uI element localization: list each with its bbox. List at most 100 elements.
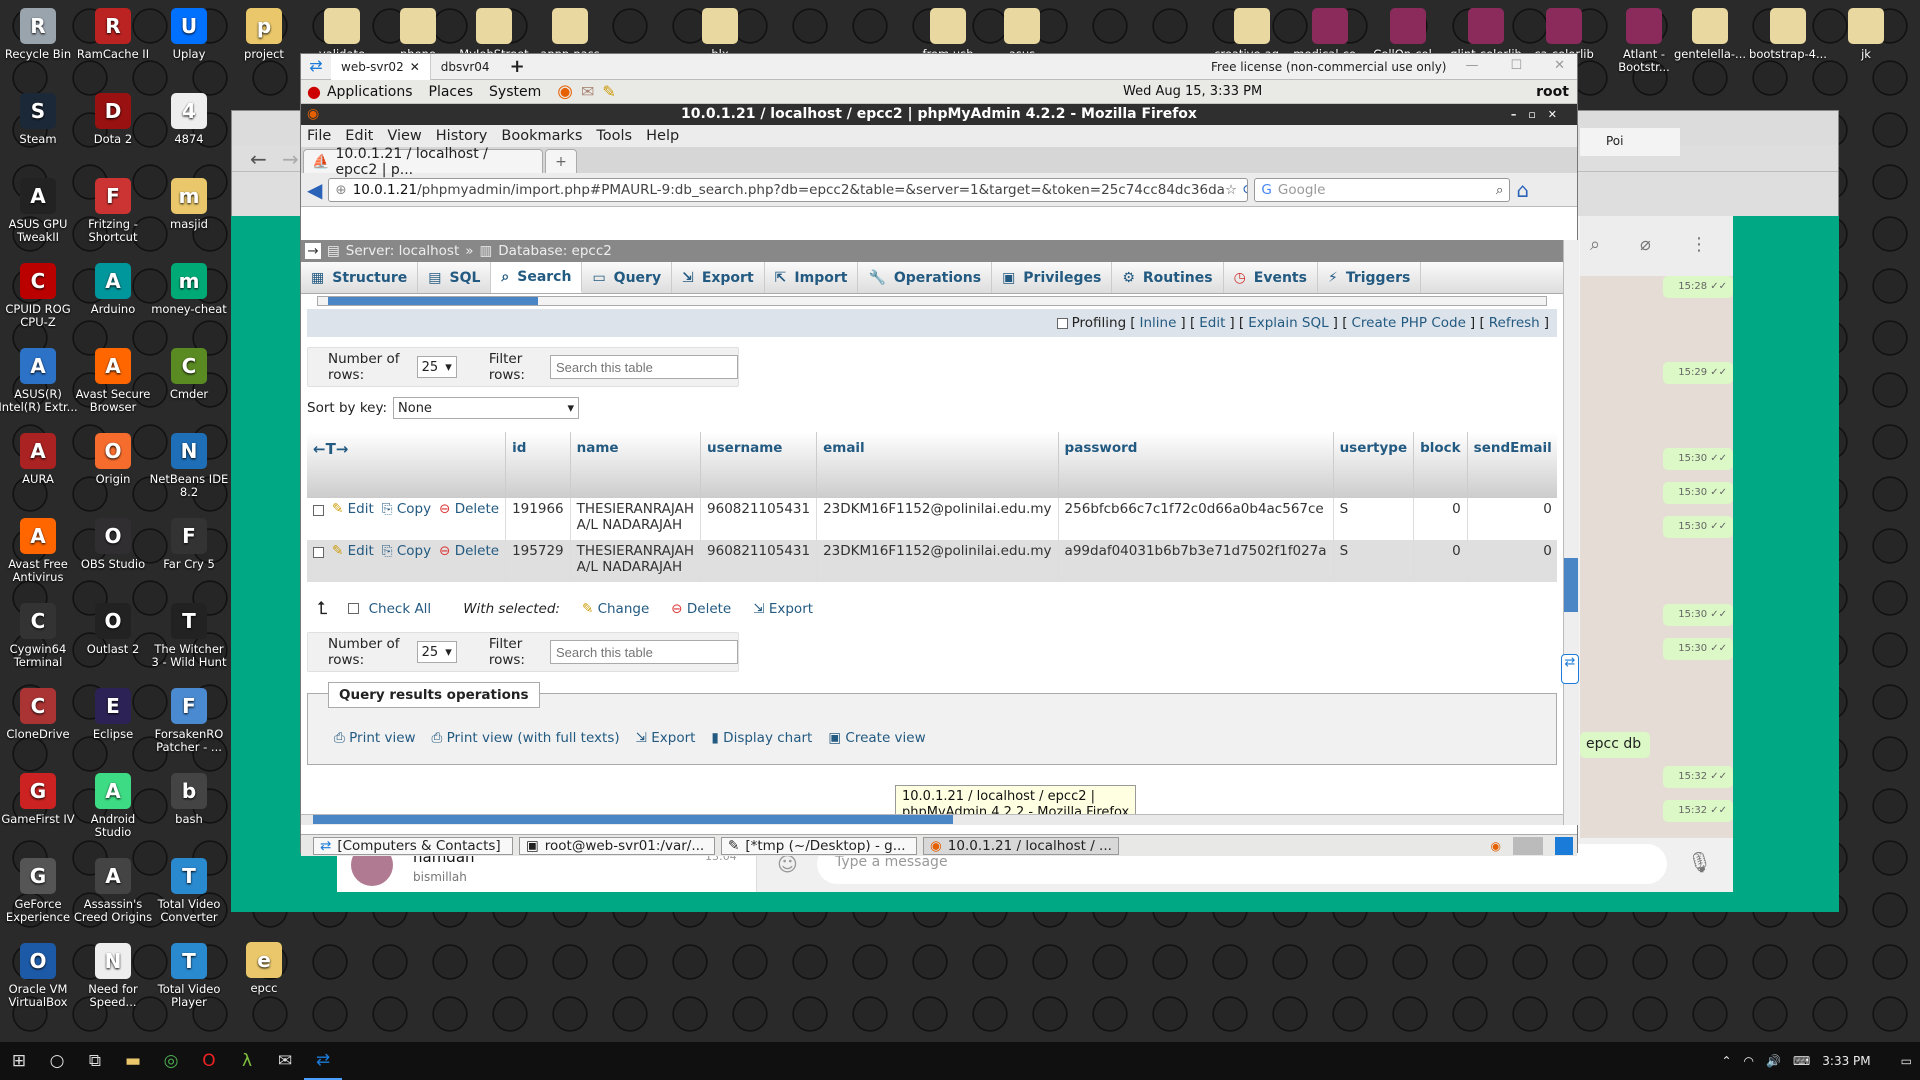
back-icon[interactable]: ◀ — [307, 178, 322, 202]
filter-input[interactable] — [550, 640, 738, 664]
check-all-checkbox[interactable] — [347, 603, 359, 614]
scrollbar-thumb[interactable] — [1564, 558, 1578, 612]
task-view-icon[interactable]: ⧉ — [76, 1042, 114, 1080]
scrollbar-thumb[interactable] — [313, 815, 953, 824]
rdp-tab-web-svr02[interactable]: web-svr02 ✕ — [331, 53, 431, 80]
column-header-usertype[interactable]: usertype — [1333, 432, 1415, 498]
mail-icon[interactable]: ✉ — [266, 1042, 304, 1080]
menu-icon[interactable]: ⋮ — [1690, 234, 1708, 255]
tab-search[interactable]: ⌕ Search — [491, 262, 583, 293]
desktop-icon[interactable]: 4 4874 — [149, 93, 229, 146]
desktop-icon[interactable]: G GeForce Experience — [0, 858, 78, 924]
tab-operations[interactable]: 🔧 Operations — [858, 262, 993, 293]
menu-tools[interactable]: Tools — [596, 128, 632, 144]
cell-name[interactable]: THESIERANRAJAH A/L NADARAJAH — [570, 498, 702, 540]
link-inline[interactable]: Inline — [1139, 315, 1176, 331]
link-refresh[interactable]: Refresh — [1489, 315, 1540, 331]
bookmark-star-icon[interactable]: ☆ — [1225, 182, 1237, 198]
bulk-change-button[interactable]: ✎ Change — [582, 601, 649, 617]
desktop-icon[interactable]: O Outlast 2 — [73, 603, 153, 656]
notes-launcher-icon[interactable]: ✎ — [602, 82, 615, 101]
delete-button[interactable]: ⊖ Delete — [439, 501, 499, 517]
desktop-icon[interactable]: E Eclipse — [73, 688, 153, 741]
desktop-icon[interactable]: C Cygwin64 Terminal — [0, 603, 78, 669]
window-controls[interactable]: –▫✕ — [1511, 104, 1569, 125]
windows-start-icon[interactable]: ⊞ — [0, 1042, 38, 1080]
horizontal-scrollbar[interactable] — [301, 814, 1563, 825]
search-icon[interactable]: ⌕ — [1590, 234, 1600, 255]
close-icon[interactable]: ✕ — [410, 60, 420, 74]
column-header-name[interactable]: name — [570, 432, 702, 498]
desktop-icon[interactable]: O Oracle VM VirtualBox — [0, 943, 78, 1009]
desktop-icon[interactable]: R RamCache II — [73, 8, 153, 61]
desktop-icon[interactable]: C CloneDrive — [0, 688, 78, 741]
message-bubble[interactable]: 15:30 ✓✓ — [1663, 482, 1733, 504]
cell-block[interactable]: 0 — [1413, 540, 1468, 582]
collapse-nav-icon[interactable]: → — [305, 243, 321, 259]
new-tab-button[interactable]: + — [545, 149, 577, 173]
message-bubble[interactable]: 15:28 ✓✓ — [1663, 276, 1733, 298]
chrome-forward-icon[interactable]: → — [282, 147, 299, 171]
edit-button[interactable]: ✎ Edit — [332, 543, 374, 559]
tab-structure[interactable]: ▦ Structure — [301, 262, 419, 293]
link-explain-sql[interactable]: Explain SQL — [1248, 315, 1328, 331]
teamviewer-side-icon[interactable]: ⇄ — [1561, 654, 1579, 684]
desktop-icon[interactable]: A Avast Secure Browser — [73, 348, 153, 414]
bulk-delete-button[interactable]: ⊖ Delete — [671, 601, 731, 617]
chrome-back-icon[interactable]: ← — [250, 147, 267, 171]
file-explorer-icon[interactable]: ▬ — [114, 1042, 152, 1080]
vertical-scrollbar[interactable] — [1563, 240, 1579, 825]
desktop-icon[interactable]: O OBS Studio — [73, 518, 153, 571]
menu-edit[interactable]: Edit — [345, 128, 373, 144]
desktop-icon[interactable]: A AURA — [0, 433, 78, 486]
tab-import[interactable]: ⇱ Import — [765, 262, 859, 293]
desktop-icon[interactable]: A Android Studio — [73, 773, 153, 839]
home-icon[interactable]: ⌂ — [1516, 178, 1529, 202]
firefox-tab-pma[interactable]: ⛵ 10.0.1.21 / localhost / epcc2 | p... — [303, 146, 543, 178]
column-header-password[interactable]: password — [1058, 432, 1334, 498]
filter-input[interactable] — [550, 355, 738, 379]
task-gedit[interactable]: ✎ [*tmp (~/Desktop) - g... — [721, 836, 917, 855]
firefox-tray-icon[interactable]: ◉ — [1491, 839, 1501, 853]
desktop-icon[interactable]: A Assassin's Creed Origins — [73, 858, 153, 924]
profiling-checkbox[interactable] — [1056, 317, 1068, 329]
column-header-username[interactable]: username — [700, 432, 818, 498]
url-bar[interactable]: ⊕ 10.0.1.21/phpmyadmin/import.php#PMAURL… — [328, 177, 1249, 202]
breadcrumb-server[interactable]: Server: localhost — [346, 243, 459, 259]
tray-expand-icon[interactable]: ⌃ — [1721, 1054, 1731, 1068]
microphone-icon[interactable]: 🎙 — [1687, 850, 1712, 874]
print-full-link[interactable]: ⎙ Print view (with full texts) — [432, 730, 620, 746]
notifications-icon[interactable]: ▭ — [1901, 1054, 1912, 1068]
desktop-icon[interactable]: F ForsakenRO Patcher - ... — [149, 688, 229, 754]
row-checkbox[interactable] — [313, 505, 324, 516]
rdp-tab-dbsvr04[interactable]: dbsvr04 — [431, 54, 500, 80]
bulk-export-button[interactable]: ⇲ Export — [753, 601, 813, 617]
message-bubble[interactable]: 15:30 ✓✓ — [1663, 516, 1733, 538]
minimize-icon[interactable]: — — [1465, 58, 1478, 73]
cell-username[interactable]: 960821105431 — [700, 540, 818, 582]
column-header-block[interactable]: block — [1413, 432, 1468, 498]
tab-privileges[interactable]: ▣ Privileges — [992, 262, 1113, 293]
column-header-sendemail[interactable]: sendEmail — [1467, 432, 1557, 498]
message-bubble[interactable]: 15:32 ✓✓ — [1663, 766, 1733, 788]
volume-icon[interactable]: 🔊 — [1766, 1054, 1781, 1068]
ime-icon[interactable]: ⌨ — [1793, 1054, 1810, 1068]
desktop-icon[interactable]: F Far Cry 5 — [149, 518, 229, 571]
copy-button[interactable]: ⎘ Copy — [382, 501, 431, 517]
cell-usertype[interactable]: S — [1333, 498, 1415, 540]
desktop-icon[interactable]: U Uplay — [149, 8, 229, 61]
top-scrollbar[interactable] — [317, 296, 1547, 306]
desktop-icon[interactable]: C CPUID ROG CPU-Z — [0, 263, 78, 329]
desktop-icon[interactable]: S Steam — [0, 93, 78, 146]
cell-sendemail[interactable]: 0 — [1467, 498, 1557, 540]
desktop-icon[interactable]: T Total Video Converter — [149, 858, 229, 924]
maximize-icon[interactable]: ☐ — [1510, 58, 1522, 73]
cell-sendemail[interactable]: 0 — [1467, 540, 1557, 582]
menu-history[interactable]: History — [436, 128, 488, 144]
cell-name[interactable]: THESIERANRAJAH A/L NADARAJAH — [570, 540, 702, 582]
desktop-icon[interactable]: p project — [224, 8, 304, 61]
teamviewer-icon[interactable]: ⇄ — [304, 1042, 342, 1080]
desktop-icon[interactable] — [1555, 836, 1573, 855]
cell-id[interactable]: 191966 — [505, 498, 571, 540]
desktop-icon[interactable]: C Cmder — [149, 348, 229, 401]
